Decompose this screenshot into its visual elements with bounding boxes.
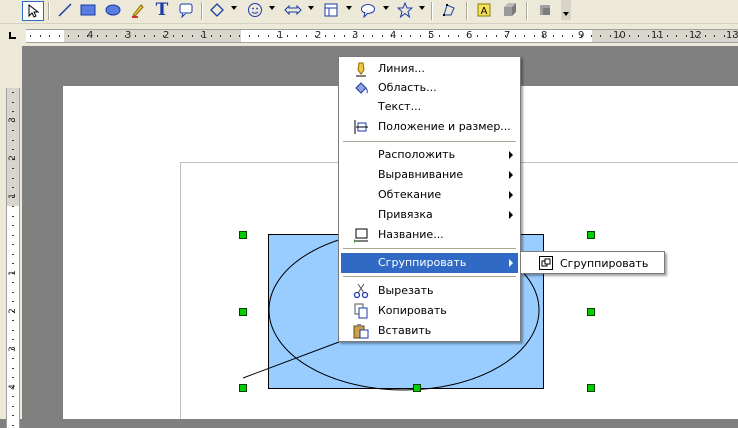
menu-item-position-size[interactable]: Положение и размер... <box>341 117 518 137</box>
menu-item-anchor[interactable]: Привязка <box>341 205 518 225</box>
menu-item-name[interactable]: Название... <box>341 225 518 245</box>
menu-item-label: Положение и размер... <box>378 120 511 133</box>
submenu-arrow-icon <box>509 259 513 267</box>
line-shape[interactable] <box>242 341 340 379</box>
submenu-arrow-icon <box>509 171 513 179</box>
menu-item-cut[interactable]: Вырезать <box>341 281 518 301</box>
menu-separator <box>343 141 516 142</box>
menu-item-label: Линия... <box>378 62 425 75</box>
ruler-tick <box>12 425 14 426</box>
group-icon <box>539 256 553 270</box>
menu-item-label: Привязка <box>378 208 433 221</box>
selection-handle[interactable] <box>587 308 595 316</box>
menu-item-label: Вырезать <box>378 284 434 297</box>
menu-item-area[interactable]: Область... <box>341 78 518 98</box>
scissors-icon <box>353 283 369 299</box>
submenu-arrow-icon <box>509 191 513 199</box>
paste-icon <box>353 323 369 339</box>
menu-item-label: Обтекание <box>378 188 442 201</box>
selection-handle[interactable] <box>587 231 595 239</box>
menu-item-wrap[interactable]: Обтекание <box>341 185 518 205</box>
menu-item-label: Область... <box>378 81 437 94</box>
menu-item-paste[interactable]: Вставить <box>341 321 518 341</box>
menu-item-label: Сгруппировать <box>378 256 467 269</box>
menu-item-label: Название... <box>378 228 444 241</box>
selection-handle[interactable] <box>587 384 595 392</box>
menu-separator <box>343 248 516 249</box>
submenu-arrow-icon <box>509 211 513 219</box>
submenu-item-group[interactable]: Сгруппировать <box>523 253 662 272</box>
selection-handle[interactable] <box>239 231 247 239</box>
group-submenu: Сгруппировать <box>520 251 665 274</box>
menu-item-group[interactable]: Сгруппировать <box>341 253 518 273</box>
submenu-arrow-icon <box>509 151 513 159</box>
menu-item-alignment[interactable]: Выравнивание <box>341 165 518 185</box>
line-pen-icon <box>353 61 369 77</box>
copy-icon <box>353 303 369 319</box>
menu-item-text[interactable]: Текст... <box>341 97 518 117</box>
paint-bucket-icon <box>353 80 369 96</box>
submenu-item-label: Сгруппировать <box>560 257 649 270</box>
menu-item-label: Вставить <box>378 324 432 337</box>
selection-handle[interactable] <box>239 384 247 392</box>
menu-separator <box>343 276 516 277</box>
menu-item-label: Копировать <box>378 304 447 317</box>
menu-item-copy[interactable]: Копировать <box>341 301 518 321</box>
selection-handle[interactable] <box>239 308 247 316</box>
selection-handle[interactable] <box>413 384 421 392</box>
menu-item-label: Расположить <box>378 148 456 161</box>
caption-icon <box>353 227 369 243</box>
menu-item-line[interactable]: Линия... <box>341 59 518 79</box>
position-size-icon <box>353 119 369 135</box>
menu-item-arrange[interactable]: Расположить <box>341 145 518 165</box>
menu-item-label: Выравнивание <box>378 168 464 181</box>
context-menu: Линия... Область... Текст... Положение и… <box>338 56 521 342</box>
menu-item-label: Текст... <box>378 100 422 113</box>
